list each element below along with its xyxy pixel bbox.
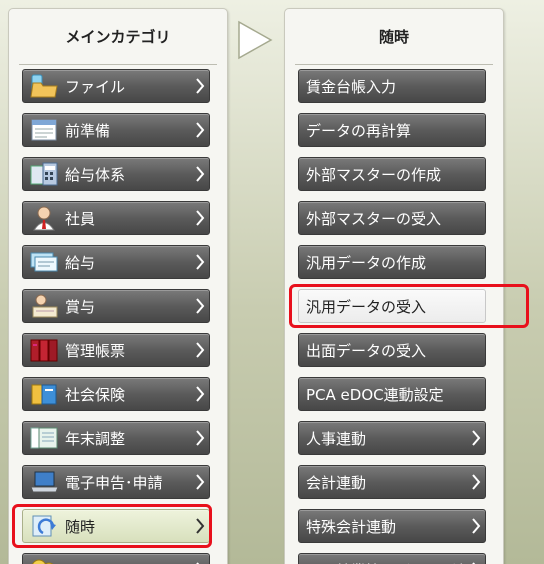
- submenu-item-2[interactable]: 外部マスターの作成: [298, 157, 486, 191]
- menu-item-label: 人事連動: [306, 429, 367, 448]
- left-menu-item-5[interactable]: 賞与: [22, 289, 210, 323]
- menu-item-label: 汎用データの作成: [306, 253, 427, 272]
- menu-item-label: 出面データの受入: [306, 341, 427, 360]
- left-menu-item-10[interactable]: 随時: [22, 509, 210, 543]
- menu-item-label: 賞与: [65, 297, 96, 316]
- menu-item-label: 外部マスターの受入: [306, 209, 442, 228]
- submenu-item-7[interactable]: PCA eDOC連動設定: [298, 377, 486, 411]
- menu-item-label: 随時: [65, 517, 96, 536]
- left-menu-item-0[interactable]: ファイル: [22, 69, 210, 103]
- menu-item-label: 管理帳票: [65, 341, 126, 360]
- form-icon: [27, 116, 61, 144]
- left-menu-item-8[interactable]: 年末調整: [22, 421, 210, 455]
- chevron-right-icon: [191, 202, 209, 234]
- menu-item-label: セキュリティ: [61, 560, 191, 564]
- submenu-item-11[interactable]: PCA就業管理(タイム)連動: [298, 553, 486, 564]
- left-menu-item-1[interactable]: 前準備: [22, 113, 210, 147]
- menu-item-label: 給与: [65, 253, 96, 272]
- chevron-right-icon: [191, 158, 209, 190]
- keys-icon: [27, 556, 61, 564]
- submenu-item-8[interactable]: 人事連動: [298, 421, 486, 455]
- calculator-icon: [27, 160, 61, 188]
- chevron-right-icon: [467, 466, 485, 498]
- menu-item-label: データの再計算: [306, 121, 412, 140]
- left-menu-item-7[interactable]: 社会保険: [22, 377, 210, 411]
- menu-item-label: 給与体系: [65, 165, 126, 184]
- left-menu-item-2[interactable]: 給与体系: [22, 157, 210, 191]
- chevron-right-icon: [191, 554, 209, 564]
- chevron-right-icon: [467, 554, 485, 564]
- paycheck-icon: [27, 248, 61, 276]
- folders-icon: [27, 380, 61, 408]
- menu-item-label: PCA eDOC連動設定: [306, 385, 444, 404]
- submenu-item-1[interactable]: データの再計算: [298, 113, 486, 147]
- submenu-item-4[interactable]: 汎用データの作成: [298, 245, 486, 279]
- submenu-panel: 随時 賃金台帳入力 データの再計算外部マスターの作成 外部マスターの受入 汎用データの…: [284, 8, 504, 564]
- menu-item-label: 汎用データの受入: [306, 297, 427, 316]
- left-menu-item-11[interactable]: セキュリティ: [22, 553, 210, 564]
- menu-item-label: 会計連動: [306, 473, 367, 492]
- play-arrow-icon: [238, 20, 273, 60]
- menu-item-label: 電子申告･申請: [65, 473, 163, 492]
- chevron-right-icon: [191, 70, 209, 102]
- chevron-right-icon: [191, 114, 209, 146]
- submenu-item-9[interactable]: 会計連動: [298, 465, 486, 499]
- submenu-item-0[interactable]: 賃金台帳入力: [298, 69, 486, 103]
- person-icon: [27, 204, 61, 232]
- menu-item-label: 特殊会計連動: [306, 517, 397, 536]
- documents-icon: [27, 424, 61, 452]
- laptop-icon: [27, 468, 61, 496]
- books-icon: [27, 336, 61, 364]
- menu-item-label: 社員: [65, 209, 96, 228]
- menu-item-label: 前準備: [65, 121, 111, 140]
- main-category-panel: メインカテゴリ ファイル前準備給与体系社員給与賞与管理帳票社会保険年末調整電子申…: [8, 8, 228, 564]
- chevron-right-icon: [191, 290, 209, 322]
- chevron-right-icon: [191, 466, 209, 498]
- chevron-right-icon: [191, 378, 209, 410]
- chevron-right-icon: [191, 334, 209, 366]
- left-menu-item-9[interactable]: 電子申告･申請: [22, 465, 210, 499]
- panel-title: メインカテゴリ: [19, 9, 217, 65]
- chevron-right-icon: [191, 510, 209, 542]
- panel-title: 随時: [295, 9, 493, 65]
- refresh-document-icon: [27, 512, 61, 540]
- chevron-right-icon: [467, 422, 485, 454]
- submenu-item-6[interactable]: 出面データの受入: [298, 333, 486, 367]
- left-menu-item-6[interactable]: 管理帳票: [22, 333, 210, 367]
- menu-item-label: PCA就業管理(タイム)連動: [299, 560, 467, 564]
- menu-item-label: 社会保険: [65, 385, 126, 404]
- menu-item-label: 年末調整: [65, 429, 126, 448]
- chevron-right-icon: [467, 510, 485, 542]
- menu-item-label: 賃金台帳入力: [306, 77, 397, 96]
- left-menu-item-4[interactable]: 給与: [22, 245, 210, 279]
- chevron-right-icon: [191, 422, 209, 454]
- left-menu-item-3[interactable]: 社員: [22, 201, 210, 235]
- chevron-right-icon: [191, 246, 209, 278]
- menu-item-label: ファイル: [65, 77, 126, 96]
- folder-icon: [27, 72, 61, 100]
- submenu-item-3[interactable]: 外部マスターの受入: [298, 201, 486, 235]
- menu-item-label: 外部マスターの作成: [306, 165, 442, 184]
- submenu-item-5[interactable]: 汎用データの受入: [298, 289, 486, 323]
- bonus-icon: [27, 292, 61, 320]
- submenu-item-10[interactable]: 特殊会計連動: [298, 509, 486, 543]
